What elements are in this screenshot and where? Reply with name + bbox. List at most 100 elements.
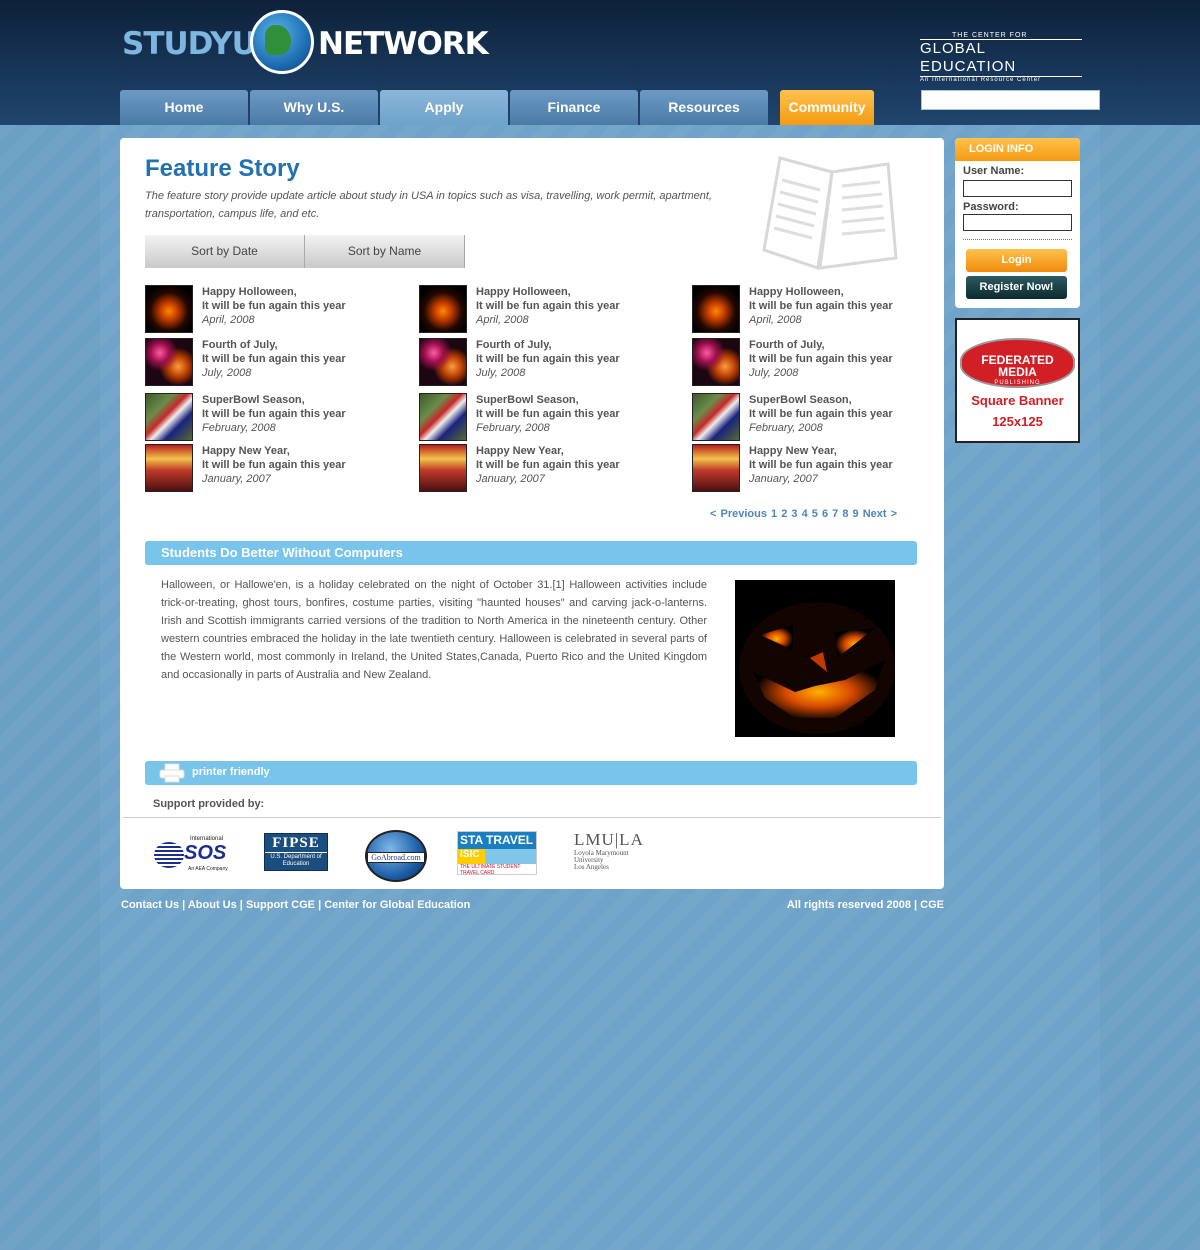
search-input[interactable] [921, 90, 1100, 110]
pager-page-3[interactable]: 3 [791, 508, 797, 520]
pager-page-9[interactable]: 9 [853, 508, 859, 520]
story-item[interactable]: Fourth of July, It will be fun again this… [692, 338, 952, 388]
story-date: February, 2008 [476, 422, 550, 434]
story-item[interactable]: Happy Holloween, It will be fun again thi… [145, 285, 405, 335]
footer-link-contact[interactable]: Contact Us [121, 899, 179, 911]
story-title[interactable]: Happy New Year, [202, 444, 346, 458]
story-thumbnail[interactable] [145, 285, 193, 333]
story-thumbnail[interactable] [692, 285, 740, 333]
story-date: July, 2008 [202, 367, 252, 379]
story-thumbnail[interactable] [419, 393, 467, 441]
printer-friendly-link[interactable]: printer friendly [145, 761, 917, 785]
sort-by-name-button[interactable]: Sort by Name [305, 235, 465, 268]
story-thumbnail[interactable] [419, 444, 467, 492]
story-item[interactable]: Happy Holloween, It will be fun again thi… [692, 285, 952, 335]
pager-next[interactable]: Next > [863, 508, 897, 520]
story-thumbnail[interactable] [419, 338, 467, 386]
tab-apply[interactable]: Apply [380, 90, 508, 125]
story-item[interactable]: SuperBowl Season, It will be fun again th… [419, 393, 679, 443]
right-shade [1100, 125, 1200, 1250]
story-thumbnail[interactable] [692, 338, 740, 386]
story-title[interactable]: Happy Holloween, [749, 285, 893, 299]
story-subtitle[interactable]: It will be fun again this year [749, 352, 893, 366]
story-item[interactable]: SuperBowl Season, It will be fun again th… [145, 393, 405, 443]
sponsor-fipse-logo[interactable]: FIPSE U.S. Department of Education [264, 833, 328, 871]
username-label: User Name: [963, 165, 1025, 177]
story-item[interactable]: Happy New Year, It will be fun again this… [692, 444, 952, 494]
sponsor-sta-travel-logo[interactable]: STA TRAVEL ISIC THE ULTIMATE STUDENT TRA… [457, 831, 537, 876]
story-subtitle[interactable]: It will be fun again this year [749, 407, 893, 421]
story-item[interactable]: Fourth of July, It will be fun again this… [145, 338, 405, 388]
pager-page-1[interactable]: 1 [771, 508, 777, 520]
register-button[interactable]: Register Now! [966, 276, 1067, 299]
story-item[interactable]: Happy Holloween, It will be fun again thi… [419, 285, 679, 335]
story-subtitle[interactable]: It will be fun again this year [476, 299, 620, 313]
story-item[interactable]: SuperBowl Season, It will be fun again th… [692, 393, 952, 443]
story-title[interactable]: Happy Holloween, [202, 285, 346, 299]
sort-bar: Sort by Date Sort by Name [145, 235, 465, 268]
story-thumbnail[interactable] [692, 444, 740, 492]
tab-resources[interactable]: Resources [640, 90, 768, 125]
pager-page-8[interactable]: 8 [842, 508, 848, 520]
story-title[interactable]: Fourth of July, [202, 338, 346, 352]
tab-finance[interactable]: Finance [510, 90, 638, 125]
story-thumbnail[interactable] [692, 393, 740, 441]
story-item[interactable]: Fourth of July, It will be fun again this… [419, 338, 679, 388]
story-thumbnail[interactable] [145, 338, 193, 386]
story-subtitle[interactable]: It will be fun again this year [476, 352, 620, 366]
support-divider [123, 817, 941, 818]
printer-icon [159, 763, 185, 783]
cge-logo[interactable]: THE CENTER FOR GLOBAL EDUCATION An Inter… [920, 32, 1082, 83]
story-title[interactable]: SuperBowl Season, [749, 393, 893, 407]
story-title[interactable]: Fourth of July, [749, 338, 893, 352]
pager-page-7[interactable]: 7 [832, 508, 838, 520]
story-date: April, 2008 [749, 314, 802, 326]
story-title[interactable]: SuperBowl Season, [202, 393, 346, 407]
username-field[interactable] [963, 180, 1072, 197]
tab-why-us[interactable]: Why U.S. [250, 90, 378, 125]
login-heading: LOGIN INFO [955, 138, 1080, 161]
story-subtitle[interactable]: It will be fun again this year [476, 458, 620, 472]
story-subtitle[interactable]: It will be fun again this year [202, 458, 346, 472]
footer-link-support[interactable]: Support CGE [246, 899, 315, 911]
story-subtitle[interactable]: It will be fun again this year [749, 458, 893, 472]
sponsor-lmu-logo[interactable]: LMU|LA Loyola Marymount University Los A… [574, 830, 654, 874]
pager-page-6[interactable]: 6 [822, 508, 828, 520]
banner-brand: FEDERATED MEDIA [981, 353, 1054, 379]
story-subtitle[interactable]: It will be fun again this year [202, 299, 346, 313]
footer-link-about[interactable]: About Us [188, 899, 237, 911]
search-box [921, 90, 1100, 110]
sponsor-sos-logo[interactable]: International SOS An AEA Company [154, 836, 230, 874]
story-title[interactable]: Happy New Year, [749, 444, 893, 458]
tab-home[interactable]: Home [120, 90, 248, 125]
footer-link-cge[interactable]: Center for Global Education [324, 899, 470, 911]
square-banner-ad[interactable]: FEDERATED MEDIA PUBLISHING Square Banner… [955, 318, 1080, 443]
story-title[interactable]: SuperBowl Season, [476, 393, 620, 407]
story-thumbnail[interactable] [419, 285, 467, 333]
pager-page-5[interactable]: 5 [812, 508, 818, 520]
sort-by-date-button[interactable]: Sort by Date [145, 235, 305, 268]
story-thumbnail[interactable] [145, 444, 193, 492]
story-title[interactable]: Happy New Year, [476, 444, 620, 458]
tab-community[interactable]: Community [780, 90, 874, 125]
pager-page-2[interactable]: 2 [781, 508, 787, 520]
banner-line-2: 125x125 [992, 414, 1043, 429]
story-subtitle[interactable]: It will be fun again this year [749, 299, 893, 313]
sponsor-goabroad-logo[interactable]: GoAbroad.com [365, 830, 427, 882]
banner-line-1: Square Banner [971, 393, 1064, 408]
story-title[interactable]: Happy Holloween, [476, 285, 620, 299]
login-button[interactable]: Login [966, 249, 1067, 272]
story-title[interactable]: Fourth of July, [476, 338, 620, 352]
pager-previous[interactable]: < Previous [710, 508, 767, 520]
password-field[interactable] [963, 214, 1072, 231]
story-item[interactable]: Happy New Year, It will be fun again this… [419, 444, 679, 494]
story-subtitle[interactable]: It will be fun again this year [202, 352, 346, 366]
story-thumbnail[interactable] [145, 393, 193, 441]
goabroad-text: GoAbroad.com [367, 852, 425, 863]
story-subtitle[interactable]: It will be fun again this year [476, 407, 620, 421]
story-subtitle[interactable]: It will be fun again this year [202, 407, 346, 421]
site-logo[interactable]: STUDYUS NETWORK [122, 10, 489, 78]
pager-page-4[interactable]: 4 [802, 508, 808, 520]
story-item[interactable]: Happy New Year, It will be fun again this… [145, 444, 405, 494]
sos-sub-text: An AEA Company [188, 866, 228, 872]
